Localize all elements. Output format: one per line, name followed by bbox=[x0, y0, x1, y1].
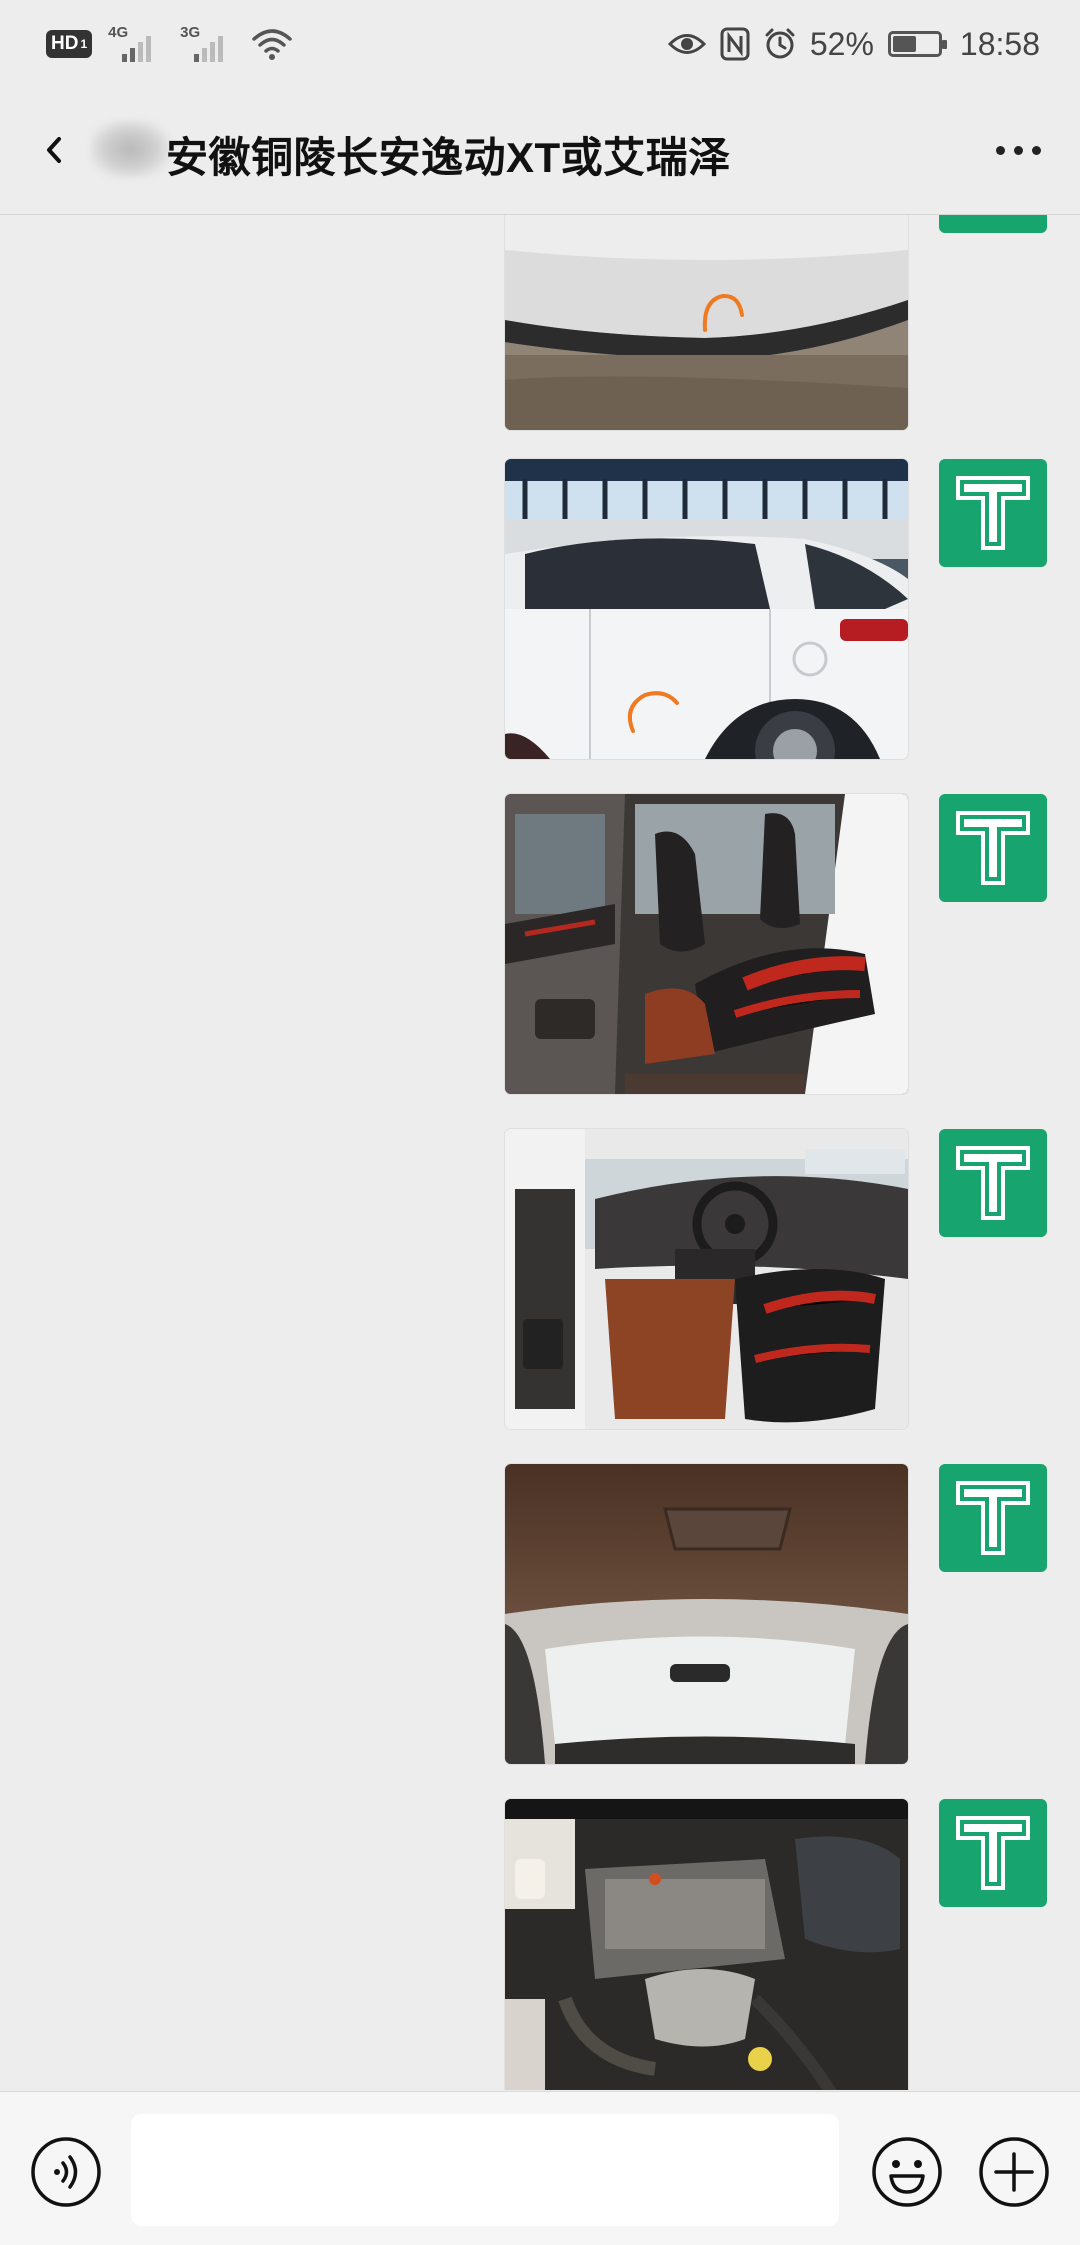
image-message[interactable] bbox=[505, 1464, 908, 1764]
clock: 18:58 bbox=[959, 25, 1040, 62]
battery-percent: 52% bbox=[809, 25, 874, 62]
hd-badge: HD 1 bbox=[46, 30, 93, 58]
message-list[interactable] bbox=[0, 215, 1080, 2090]
sender-avatar[interactable] bbox=[939, 794, 1047, 902]
image-message[interactable] bbox=[505, 794, 908, 1094]
status-left: HD 1 4G 3G bbox=[46, 22, 292, 66]
sender-avatar[interactable] bbox=[939, 459, 1047, 567]
image-message[interactable] bbox=[505, 459, 908, 759]
t-logo-icon bbox=[956, 476, 1030, 550]
t-logo-icon bbox=[956, 1146, 1030, 1220]
alarm-icon bbox=[765, 28, 795, 59]
hd-sub: 1 bbox=[80, 37, 88, 51]
chat-header: 安徽铜陵长安逸动XT或艾瑞泽 bbox=[0, 86, 1080, 215]
sender-avatar[interactable] bbox=[939, 1129, 1047, 1237]
signal-3g-icon: 3G bbox=[180, 24, 236, 64]
image-message[interactable] bbox=[505, 1799, 908, 2090]
message-input[interactable] bbox=[131, 2114, 839, 2226]
back-button[interactable] bbox=[26, 122, 82, 178]
signal-4g-icon: 4G bbox=[108, 24, 164, 64]
t-logo-icon bbox=[956, 1816, 1030, 1890]
status-bar: HD 1 4G 3G 52% 18:58 bbox=[0, 0, 1080, 86]
wifi-icon bbox=[252, 29, 292, 60]
sender-avatar[interactable] bbox=[939, 215, 1047, 233]
nfc-icon bbox=[720, 27, 750, 61]
status-right: 52% 18:58 bbox=[667, 22, 1040, 66]
eye-icon bbox=[667, 34, 706, 54]
blurred-contact-name bbox=[90, 120, 170, 178]
hd-label: HD bbox=[51, 33, 79, 54]
more-button[interactable] bbox=[986, 126, 1050, 174]
t-logo-icon bbox=[956, 811, 1030, 885]
chat-title: 安徽铜陵长安逸动XT或艾瑞泽 bbox=[166, 134, 731, 181]
chat-input-bar bbox=[0, 2091, 1080, 2245]
emoji-button[interactable] bbox=[871, 2136, 943, 2208]
plus-button[interactable] bbox=[978, 2136, 1050, 2208]
more-icon bbox=[995, 145, 1005, 155]
t-logo-icon bbox=[956, 1481, 1030, 1555]
voice-button[interactable] bbox=[30, 2136, 102, 2208]
image-message[interactable] bbox=[505, 215, 908, 430]
sender-avatar[interactable] bbox=[939, 1464, 1047, 1572]
sender-avatar[interactable] bbox=[939, 1799, 1047, 1907]
chevron-left-icon bbox=[47, 137, 61, 163]
battery-icon bbox=[887, 31, 947, 57]
image-message[interactable] bbox=[505, 1129, 908, 1429]
